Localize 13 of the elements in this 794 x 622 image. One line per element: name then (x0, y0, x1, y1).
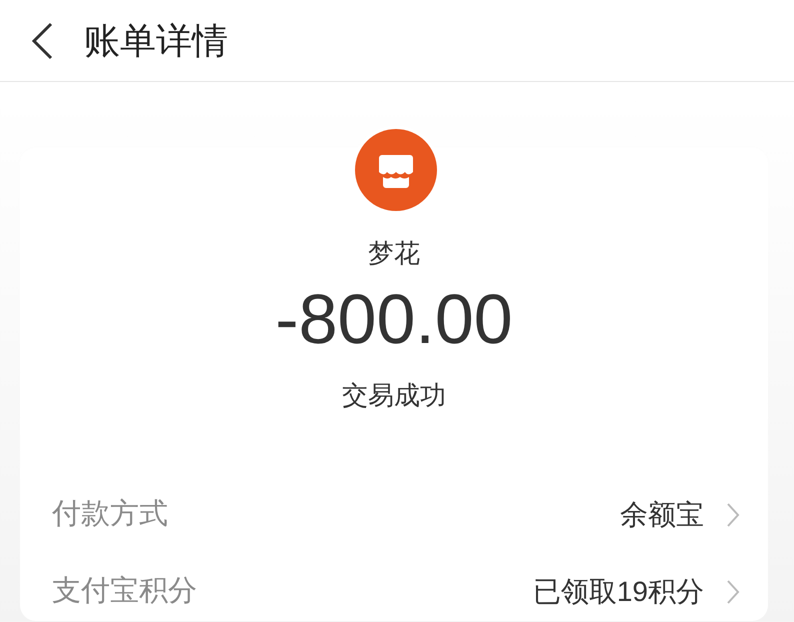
row-value: 已领取19积分 (532, 578, 704, 606)
merchant-name: 梦花 (368, 240, 420, 266)
back-icon (30, 20, 54, 60)
status-text: 交易成功 (342, 382, 446, 408)
row-link[interactable]: 余额宝 (620, 500, 740, 528)
page-title: 账单详情 (84, 22, 228, 58)
row-label: 支付宝积分 (52, 577, 197, 606)
chevron-icon (726, 578, 740, 604)
amount: -800.00 (275, 284, 513, 354)
row-label: 付款方式 (52, 500, 168, 529)
row-value: 余额宝 (620, 500, 704, 528)
row-link[interactable]: 已领取19积分 (532, 578, 740, 606)
chevron-icon (726, 502, 740, 528)
